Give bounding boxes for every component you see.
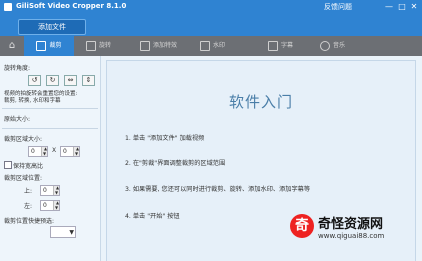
rotate-icon [86,40,96,51]
window-title: GiliSoft Video Cropper 8.1.0 [16,2,127,10]
step-4: 4. 单击 "开始" 按钮 [125,213,180,220]
watermark-url: www.qiguai88.com [318,232,385,240]
step-2: 2. 在"剪裁"界面调整裁剪的区域范围 [125,160,226,167]
crop-top-input[interactable]: 0 ▲ ▼ [40,185,60,196]
keep-ratio-checkbox[interactable] [4,161,12,169]
crop-height-input[interactable]: 0 ▲ ▼ [60,146,80,157]
rotate-hint-line1: 视频的拍旋转会重置您的设置: [4,91,78,97]
crop-width-input[interactable]: 0 ▲ ▼ [28,146,48,157]
tab-effects-label: 添加特效 [153,42,178,49]
crop-left-input[interactable]: 0 ▲ ▼ [40,200,60,211]
crop-preset-dropdown[interactable]: ▼ [50,226,76,238]
add-file-button[interactable]: 添加文件 [18,19,86,35]
spin-arrows-icon[interactable]: ▲ ▼ [53,200,59,210]
page-title: 软件入门 [228,93,293,111]
rotate-hint-line2: 裁剪, 转换, 水印和字幕 [4,98,61,104]
close-button[interactable]: ✕ [408,1,420,13]
crop-position-label: 裁剪区域位置: [4,175,43,182]
step-1: 1. 单击 "添加文件" 加载视频 [125,135,205,142]
left-label: 左: [24,203,33,210]
original-size-label: 原始大小: [4,116,31,123]
rotate-right-button[interactable]: ↻ [46,75,59,86]
chevron-down-icon: ▼ [69,229,74,236]
crop-icon [36,40,47,51]
step-3: 3. 如果需要, 您还可以同时进行裁剪、旋转、添加水印、添加字幕等 [125,186,311,193]
tab-watermark[interactable]: 水印 [200,36,225,56]
top-label: 上: [24,188,33,195]
tab-music[interactable]: 音乐 [320,36,345,56]
rotate-left-button[interactable]: ↺ [28,75,41,86]
toolbar: 添加文件 [0,14,422,36]
divider [2,108,98,109]
tab-music-label: 音乐 [333,42,346,49]
title-bar: GiliSoft Video Cropper 8.1.0 反馈问题 — □ ✕ [0,0,422,14]
site-watermark: 奇 奇怪资源网 www.qiguai88.com [290,210,418,256]
tab-rotate[interactable]: 旋转 [86,36,111,56]
watermark-icon [200,40,210,51]
watermark-logo-icon: 奇 [290,214,314,238]
music-icon [320,40,330,51]
effects-icon [140,40,150,51]
tab-subtitle-label: 字幕 [281,42,294,49]
rotate-angle-label: 旋转角度: [4,65,31,72]
maximize-button[interactable]: □ [396,1,408,13]
flip-horizontal-button[interactable]: ⇔ [64,75,77,86]
subtitle-icon [268,40,278,51]
keep-ratio-label: 保持宽高比 [13,163,44,170]
tab-subtitle[interactable]: 字幕 [268,36,293,56]
tab-crop[interactable]: 裁剪 [24,36,74,56]
flip-vertical-button[interactable]: ⇕ [82,75,95,86]
crop-preset-label: 裁剪位置快捷预选: [4,218,55,225]
tab-crop-label: 裁剪 [49,42,62,49]
spin-arrows-icon[interactable]: ▲ ▼ [53,185,59,195]
tab-rotate-label: 旋转 [99,42,112,49]
home-icon[interactable]: ⌂ [6,40,18,52]
app-logo-icon [4,3,12,11]
spin-arrows-icon[interactable]: ▲ ▼ [73,146,79,156]
minimize-button[interactable]: — [383,1,395,13]
rotate-hint: 视频的拍旋转会重置您的设置: 裁剪, 转换, 水印和字幕 [4,91,98,105]
tab-watermark-label: 水印 [213,42,226,49]
watermark-text: 奇怪资源网 [318,217,384,232]
times-sign: X [52,147,57,154]
crop-height-value: 0 [63,148,67,155]
feedback-link[interactable]: 反馈问题 [324,2,352,12]
crop-size-label: 裁剪区域大小: [4,136,43,143]
tab-bar: ⌂ 裁剪 旋转 添加特效 水印 字幕 音乐 [0,36,422,56]
crop-width-value: 0 [31,148,35,155]
tab-effects[interactable]: 添加特效 [140,36,177,56]
crop-left-value: 0 [43,202,47,209]
divider [2,128,98,129]
crop-top-value: 0 [43,187,47,194]
spin-arrows-icon[interactable]: ▲ ▼ [41,146,47,156]
app-window: GiliSoft Video Cropper 8.1.0 反馈问题 — □ ✕ … [0,0,422,261]
